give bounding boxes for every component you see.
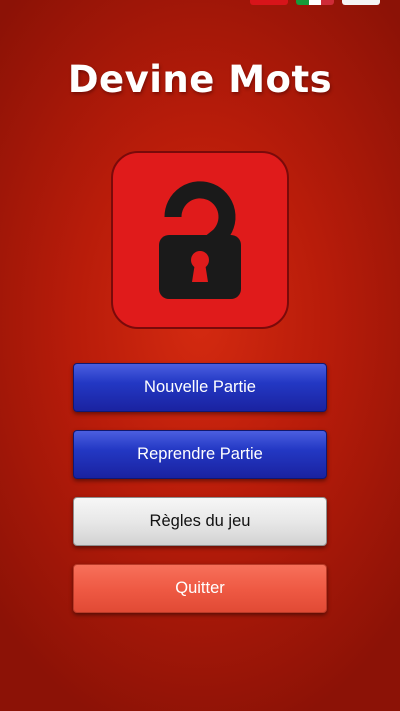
language-flag-red[interactable] [250,0,288,5]
language-selector [250,0,380,5]
quit-button[interactable]: Quitter [73,564,327,613]
language-flag-white[interactable] [342,0,380,5]
unlocked-padlock-question-mark-icon [111,151,289,329]
new-game-button[interactable]: Nouvelle Partie [73,363,327,412]
resume-game-button[interactable]: Reprendre Partie [73,430,327,479]
language-flag-italian[interactable] [296,0,334,5]
rules-button[interactable]: Règles du jeu [73,497,327,546]
app-title: Devine Mots [67,58,333,101]
